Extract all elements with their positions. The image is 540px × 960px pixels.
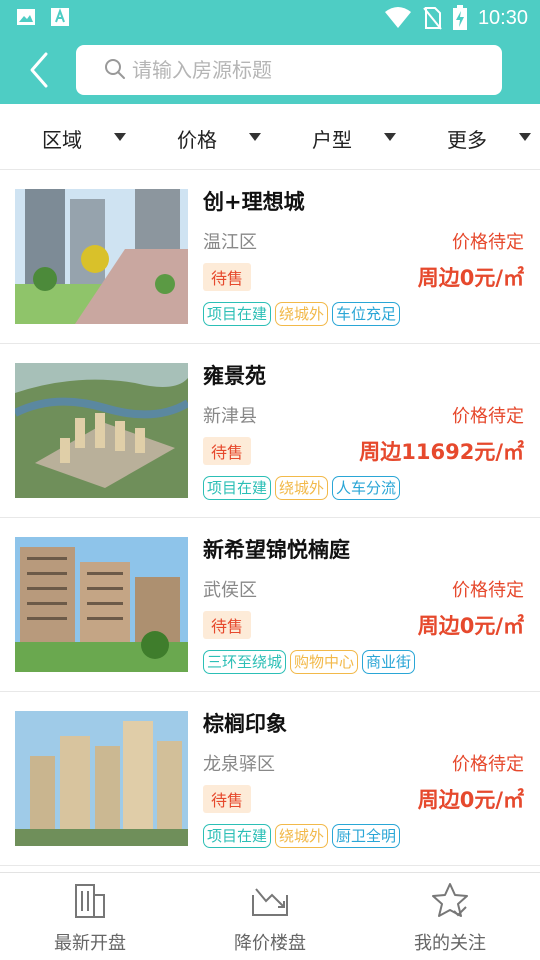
nav-price-drop[interactable]: 降价楼盘 bbox=[180, 873, 360, 960]
listing-tag: 商业街 bbox=[362, 650, 416, 674]
filter-label: 区域 bbox=[42, 128, 82, 152]
status-badge: 待售 bbox=[203, 437, 252, 465]
listing-list: 创+理想城 温江区 价格待定 待售 周边0元/㎡ 项目在建 绕城外 车位充足 雍… bbox=[0, 170, 540, 870]
listing-tag: 厨卫全明 bbox=[332, 824, 401, 848]
listing-district: 武侯区 bbox=[203, 580, 257, 601]
listing-price-status: 价格待定 bbox=[452, 754, 524, 775]
listing-photo bbox=[15, 537, 188, 672]
search-bar[interactable] bbox=[76, 45, 502, 95]
tag-list: 项目在建 绕城外 车位充足 bbox=[203, 302, 401, 326]
listing-tag: 绕城外 bbox=[275, 476, 329, 500]
listing-item[interactable]: 雍景苑 新津县 价格待定 待售 周边11692元/㎡ 项目在建 绕城外 人车分流 bbox=[0, 344, 540, 518]
star-check-icon bbox=[432, 883, 468, 917]
status-time: 10:30 bbox=[477, 6, 528, 29]
no-sim-icon bbox=[423, 7, 442, 30]
battery-charging-icon bbox=[452, 5, 467, 30]
listing-tag: 项目在建 bbox=[203, 476, 272, 500]
listing-title: 创+理想城 bbox=[203, 190, 305, 214]
filter-price[interactable]: 价格 bbox=[135, 104, 270, 169]
text-icon bbox=[51, 8, 69, 26]
nav-new-launches[interactable]: 最新开盘 bbox=[0, 873, 180, 960]
listing-title: 新希望锦悦楠庭 bbox=[203, 538, 350, 562]
status-bar: 10:30 bbox=[0, 0, 540, 36]
status-badge: 待售 bbox=[203, 611, 252, 639]
listing-price: 周边0元/㎡ bbox=[417, 266, 524, 290]
listing-district: 新津县 bbox=[203, 406, 257, 427]
listing-price: 周边0元/㎡ bbox=[417, 614, 524, 638]
listing-price: 周边11692元/㎡ bbox=[359, 440, 524, 464]
nav-label: 最新开盘 bbox=[54, 933, 126, 954]
listing-tag: 人车分流 bbox=[332, 476, 401, 500]
status-badge: 待售 bbox=[203, 263, 252, 291]
wifi-icon bbox=[384, 7, 411, 28]
top-bar: 10:30 bbox=[0, 0, 540, 104]
filter-more[interactable]: 更多 bbox=[405, 104, 540, 169]
listing-item[interactable]: 新希望锦悦楠庭 武侯区 价格待定 待售 周边0元/㎡ 三环至绕城 购物中心 商业… bbox=[0, 518, 540, 692]
dropdown-triangle-icon bbox=[114, 133, 126, 141]
filter-label: 户型 bbox=[312, 128, 352, 152]
nav-my-follows[interactable]: 我的关注 bbox=[360, 873, 540, 960]
filter-label: 价格 bbox=[177, 128, 217, 152]
listing-price-status: 价格待定 bbox=[452, 406, 524, 427]
listing-price-status: 价格待定 bbox=[452, 232, 524, 253]
chevron-left-icon bbox=[30, 52, 48, 88]
listing-tag: 项目在建 bbox=[203, 302, 272, 326]
listing-item[interactable]: 创+理想城 温江区 价格待定 待售 周边0元/㎡ 项目在建 绕城外 车位充足 bbox=[0, 170, 540, 344]
image-icon bbox=[17, 9, 35, 25]
listing-photo bbox=[15, 189, 188, 324]
price-drop-icon bbox=[252, 888, 288, 916]
listing-tag: 绕城外 bbox=[275, 302, 329, 326]
listing-title: 雍景苑 bbox=[203, 364, 266, 388]
filter-bar: 区域 价格 户型 更多 bbox=[0, 104, 540, 170]
status-badge: 待售 bbox=[203, 785, 252, 813]
search-input[interactable] bbox=[132, 53, 482, 87]
filter-label: 更多 bbox=[447, 128, 487, 152]
back-button[interactable] bbox=[22, 50, 58, 90]
listing-tag: 三环至绕城 bbox=[203, 650, 287, 674]
nav-label: 降价楼盘 bbox=[234, 933, 306, 954]
listing-item[interactable]: 棕榈印象 龙泉驿区 价格待定 待售 周边0元/㎡ 项目在建 绕城外 厨卫全明 bbox=[0, 692, 540, 866]
tag-list: 三环至绕城 购物中心 商业街 bbox=[203, 650, 416, 674]
bottom-nav: 最新开盘 降价楼盘 我的关注 bbox=[0, 872, 540, 960]
tag-list: 项目在建 绕城外 厨卫全明 bbox=[203, 824, 401, 848]
dropdown-triangle-icon bbox=[519, 133, 531, 141]
filter-region[interactable]: 区域 bbox=[0, 104, 135, 169]
nav-label: 我的关注 bbox=[414, 933, 486, 954]
dropdown-triangle-icon bbox=[249, 133, 261, 141]
listing-tag: 绕城外 bbox=[275, 824, 329, 848]
listing-district: 龙泉驿区 bbox=[203, 754, 275, 775]
listing-photo bbox=[15, 711, 188, 846]
listing-price-status: 价格待定 bbox=[452, 580, 524, 601]
tag-list: 项目在建 绕城外 人车分流 bbox=[203, 476, 401, 500]
listing-tag: 项目在建 bbox=[203, 824, 272, 848]
listing-district: 温江区 bbox=[203, 232, 257, 253]
listing-photo bbox=[15, 363, 188, 498]
listing-tag: 车位充足 bbox=[332, 302, 401, 326]
search-icon bbox=[105, 59, 125, 79]
listing-tag: 购物中心 bbox=[290, 650, 359, 674]
dropdown-triangle-icon bbox=[384, 133, 396, 141]
building-icon bbox=[75, 884, 105, 918]
listing-price: 周边0元/㎡ bbox=[417, 788, 524, 812]
listing-title: 棕榈印象 bbox=[203, 712, 287, 736]
filter-layout[interactable]: 户型 bbox=[270, 104, 405, 169]
